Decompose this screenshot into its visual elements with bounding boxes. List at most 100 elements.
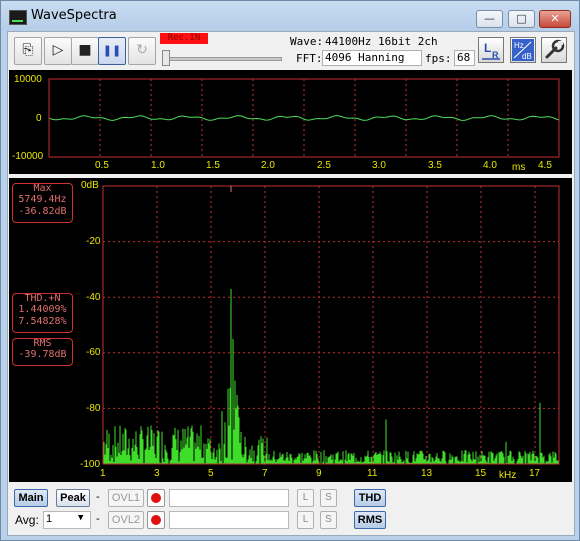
repeat-button[interactable]: ↻: [128, 37, 156, 65]
thd-readout: THD.+N 1.44009% 7.54828%: [12, 293, 73, 333]
maximize-button[interactable]: □: [508, 10, 535, 28]
fft-label: FFT:: [296, 52, 323, 65]
s-button-1[interactable]: S: [320, 489, 337, 507]
spec-x-tick: 13: [421, 468, 433, 479]
slider-track: [162, 57, 282, 61]
max-readout: Max 5749.4Hz -36.82dB: [12, 183, 73, 223]
close-button[interactable]: ✕: [539, 10, 571, 28]
title-bar: WaveSpectra — □ ✕: [1, 1, 579, 31]
rms-value: -39.78dB: [18, 349, 67, 360]
wave-x-tick: 2.0: [261, 160, 275, 171]
spec-y-tick: -20: [86, 236, 101, 247]
position-slider[interactable]: [160, 48, 284, 66]
pause-icon: ❚❚: [102, 44, 122, 57]
wave-x-tick: 0.5: [95, 160, 109, 171]
wave-y-tick: -10000: [12, 151, 44, 162]
spec-y-tick: -60: [86, 347, 101, 358]
lr-channel-button[interactable]: L R: [478, 37, 504, 63]
wave-x-tick: 2.5: [317, 160, 331, 171]
spectrum-plot: [102, 185, 560, 465]
wrench-icon: [545, 39, 565, 59]
fft-setting-value[interactable]: 4096 Hanning: [322, 50, 422, 66]
spec-y-tick: -100: [80, 459, 101, 470]
svg-text:Hz: Hz: [514, 41, 524, 50]
wave-format-value: 44100Hz 16bit 2ch: [325, 35, 438, 48]
waveform-panel: 10000 0 -10000 0.5 1.0 1.5 2.0 2.5 3.0 3…: [9, 70, 572, 174]
thd-value-1: 1.44009%: [18, 304, 67, 315]
l-button-1[interactable]: L: [297, 489, 314, 507]
pause-button[interactable]: ❚❚: [98, 37, 126, 65]
svg-text:dB: dB: [522, 52, 532, 61]
spec-x-tick: 5: [208, 468, 214, 479]
record-1-button[interactable]: [147, 489, 165, 507]
play-button[interactable]: ▷: [44, 37, 72, 65]
app-logo-icon: [9, 10, 27, 25]
spec-y-tick: -80: [86, 403, 101, 414]
spec-x-tick: 15: [475, 468, 487, 479]
wave-x-tick: 3.5: [428, 160, 442, 171]
spectrum-panel: 0dB -20 -40 -60 -80 -100 1 3 5 7 9 11 13…: [9, 178, 572, 482]
peak-button[interactable]: Peak: [56, 489, 90, 507]
wave-y-tick: 10000: [14, 74, 42, 85]
wave-y-tick: 0: [36, 113, 42, 124]
ovl1-indicator: OVL1: [108, 489, 144, 507]
max-level: -36.82dB: [18, 206, 67, 217]
open-button[interactable]: ⎘: [14, 37, 42, 65]
play-icon: ▷: [52, 42, 64, 58]
spec-x-tick: 11: [367, 468, 378, 479]
main-button[interactable]: Main: [14, 489, 48, 507]
s-button-2[interactable]: S: [320, 511, 337, 529]
record-1-field[interactable]: [169, 489, 289, 507]
spec-y-tick: 0dB: [81, 180, 99, 191]
window-title: WaveSpectra: [31, 8, 117, 23]
wave-x-tick: 3.0: [372, 160, 386, 171]
repeat-icon: ↻: [136, 42, 148, 58]
fps-value: 68: [454, 50, 475, 66]
wave-x-tick: 4.0: [483, 160, 497, 171]
l-button-2[interactable]: L: [297, 511, 314, 529]
rms-readout: RMS -39.78dB: [12, 338, 73, 366]
dash-label-2: -: [96, 513, 100, 525]
rms-button[interactable]: RMS: [354, 511, 386, 529]
thd-title: THD.+N: [24, 293, 61, 304]
app-window: WaveSpectra — □ ✕ ⎘ ▷ ■ ❚❚ ↻ Rec.IN Wave…: [0, 0, 580, 541]
record-2-icon: [151, 515, 161, 525]
spec-x-tick: 17: [529, 468, 541, 479]
wave-x-unit: ms: [512, 162, 526, 173]
record-2-button[interactable]: [147, 511, 165, 529]
max-frequency: 5749.4Hz: [18, 194, 67, 205]
settings-button[interactable]: [541, 37, 567, 63]
hz-db-scale-icon: Hz dB: [512, 39, 534, 61]
svg-text:L: L: [484, 41, 491, 55]
dash-label: -: [96, 491, 100, 503]
minimize-button[interactable]: —: [476, 10, 503, 28]
ovl2-indicator: OVL2: [108, 511, 144, 529]
spec-x-tick: 3: [154, 468, 160, 479]
wave-label: Wave:: [290, 35, 324, 48]
spec-x-tick: 1: [100, 468, 106, 479]
stop-button[interactable]: ■: [71, 37, 99, 65]
wave-x-tick: 1.0: [151, 160, 165, 171]
record-1-icon: [151, 493, 161, 503]
thd-value-2: 7.54828%: [18, 316, 67, 327]
dropdown-arrow-icon: ▼: [78, 513, 84, 523]
client-area: ⎘ ▷ ■ ❚❚ ↻ Rec.IN Wave: 44100Hz 16bit 2c…: [7, 31, 575, 536]
spectrum-frame: [102, 185, 560, 465]
spec-x-tick: 9: [316, 468, 322, 479]
stop-icon: ■: [78, 42, 92, 58]
thd-button[interactable]: THD: [354, 489, 386, 507]
rec-in-indicator: Rec.IN: [160, 33, 208, 44]
rms-title: RMS: [33, 338, 52, 349]
avg-select[interactable]: 1 ▼: [43, 511, 91, 529]
spectrum-bars: [103, 288, 559, 464]
avg-label: Avg:: [15, 513, 39, 527]
spec-y-tick: -40: [86, 292, 101, 303]
spec-x-unit: kHz: [499, 470, 517, 481]
wave-x-tick: 4.5: [538, 160, 552, 171]
record-2-field[interactable]: [169, 511, 289, 529]
open-icon: ⎘: [22, 42, 34, 58]
spec-x-tick: 7: [262, 468, 268, 479]
slider-thumb[interactable]: [162, 50, 170, 66]
lr-channel-icon: L R: [482, 41, 500, 60]
hz-db-scale-button[interactable]: Hz dB: [510, 37, 536, 63]
